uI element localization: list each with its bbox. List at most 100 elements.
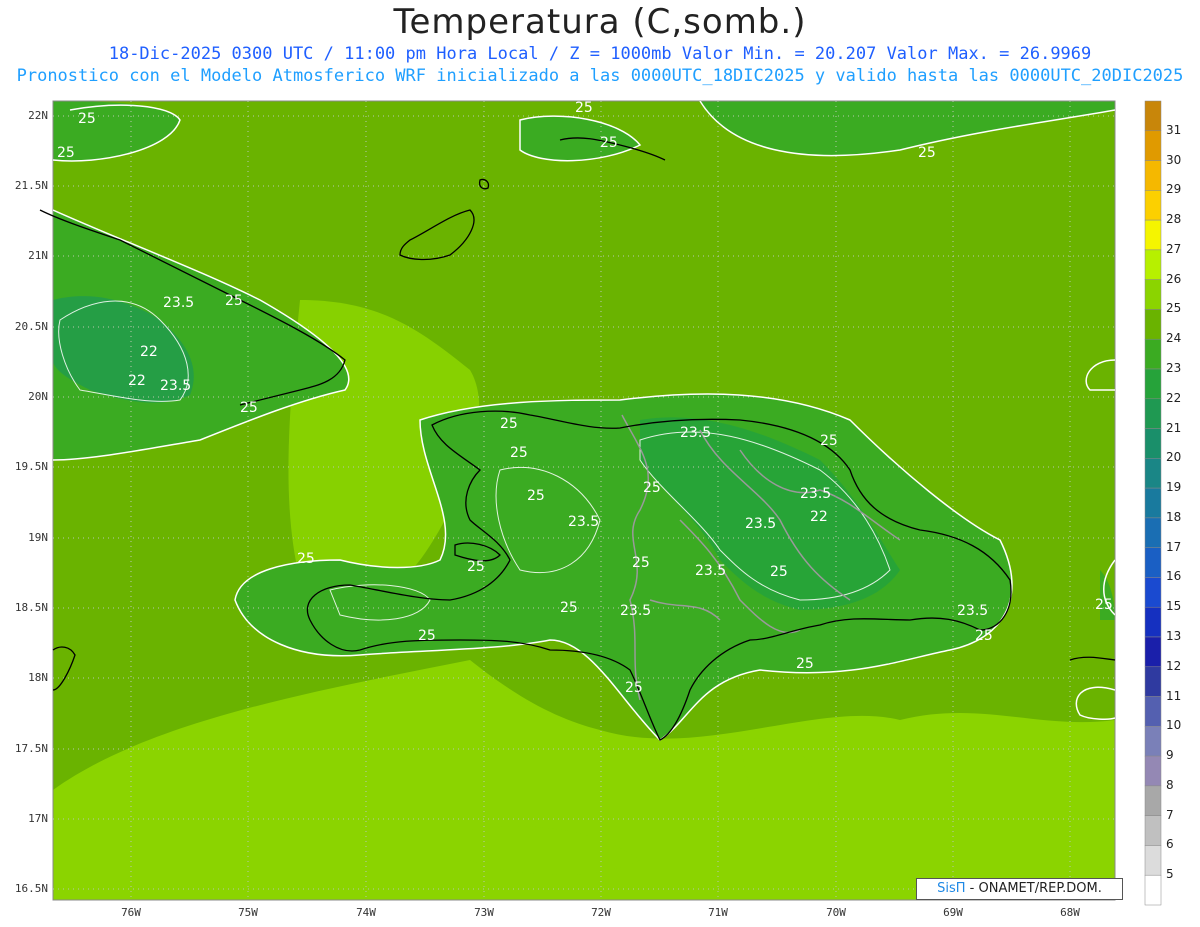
lon-label: 71W — [708, 906, 728, 919]
colorbar-level-label: 26 — [1166, 271, 1182, 286]
lat-label: 20N — [28, 390, 48, 403]
contour-label: 23.5 — [568, 514, 599, 530]
colorbar-swatch — [1144, 190, 1162, 221]
contour-label: 25 — [600, 135, 618, 151]
contour-label: 25 — [632, 555, 650, 571]
colorbar-swatch — [1144, 577, 1162, 608]
contour-label: 25 — [225, 293, 243, 309]
lat-label: 16.5N — [14, 882, 48, 895]
contour-label: 25 — [510, 445, 528, 461]
colorbar-level-label: 30 — [1166, 152, 1182, 167]
contour-label: 22 — [128, 373, 146, 389]
colorbar-swatch — [1144, 874, 1162, 906]
lon-label: 73W — [474, 906, 494, 919]
lon-label: 76W — [121, 906, 141, 919]
lon-label: 74W — [356, 906, 376, 919]
colorbar-level-label: 31 — [1166, 122, 1182, 137]
colorbar-swatch — [1144, 279, 1162, 310]
colorbar-level-label: 24 — [1166, 331, 1182, 346]
shaded-field — [53, 101, 1115, 900]
colorbar-swatch — [1144, 547, 1162, 578]
contour-label: 25 — [297, 551, 315, 567]
lat-label: 19.5N — [14, 460, 48, 473]
colorbar-swatch — [1144, 100, 1162, 132]
colorbar-swatch — [1144, 785, 1162, 816]
colorbar-level-label: 12 — [1166, 658, 1182, 673]
map-title: Temperatura (C,somb.) — [393, 2, 807, 42]
colorbar-swatch — [1144, 249, 1162, 280]
lat-label: 22N — [28, 109, 48, 122]
lon-label: 69W — [943, 906, 963, 919]
lat-label: 19N — [28, 531, 48, 544]
colorbar-level-label: 23 — [1166, 361, 1182, 375]
colorbar-level-label: 29 — [1166, 182, 1182, 197]
colorbar-swatch — [1144, 428, 1162, 459]
contour-label: 25 — [575, 100, 593, 116]
colorbar-level-label: 15 — [1166, 599, 1182, 614]
colorbar-level-label: 5 — [1166, 867, 1174, 882]
contour-label: 25 — [467, 559, 485, 575]
credit-brand: SisΠ — [937, 881, 966, 896]
colorbar-swatch — [1144, 666, 1162, 697]
colorbar-level-label: 9 — [1166, 748, 1174, 763]
colorbar-level-label: 17 — [1166, 539, 1182, 554]
colorbar-swatch — [1144, 726, 1162, 757]
credit-text: - ONAMET/REP.DOM. — [969, 881, 1102, 896]
contour-label: 23.5 — [957, 603, 988, 619]
contour-label: 23.5 — [745, 516, 776, 532]
contour-label: 25 — [240, 400, 258, 416]
colorbar-swatch — [1144, 160, 1162, 191]
lat-label: 21N — [28, 249, 48, 262]
lon-label: 75W — [238, 906, 258, 919]
contour-label: 25 — [975, 628, 993, 644]
contour-label: 25 — [560, 600, 578, 616]
colorbar-swatch — [1144, 606, 1162, 638]
temperature-map: 25 25 25 25 25 25 23.5 22 22 23.5 25 25 … — [39, 100, 1162, 906]
colorbar-level-label: 20 — [1166, 450, 1182, 465]
colorbar-level-label: 21 — [1166, 420, 1182, 435]
contour-label: 23.5 — [620, 603, 651, 619]
lon-label: 70W — [826, 906, 846, 919]
colorbar-swatch — [1144, 845, 1162, 876]
colorbar-swatch — [1144, 517, 1162, 548]
colorbar-level-label: 8 — [1166, 777, 1174, 792]
contour-label: 22 — [810, 509, 828, 525]
contour-label: 25 — [770, 564, 788, 580]
colorbar-swatch — [1144, 219, 1162, 251]
colorbar-swatch — [1144, 815, 1162, 846]
contour-label: 25 — [918, 145, 936, 161]
lat-label: 21.5N — [14, 179, 48, 192]
contour-label: 25 — [527, 488, 545, 504]
colorbar-level-label: 7 — [1166, 807, 1174, 822]
contour-label: 22 — [140, 344, 158, 360]
colorbar-level-label: 16 — [1166, 569, 1182, 584]
colorbar-level-label: 27 — [1166, 241, 1182, 256]
colorbar-swatch — [1144, 696, 1162, 727]
contour-label: 23.5 — [160, 378, 191, 394]
contour-label: 23.5 — [695, 563, 726, 579]
colorbar-swatch — [1144, 338, 1162, 370]
colorbar-level-label: 18 — [1166, 509, 1182, 524]
colorbar-level-label: 22 — [1166, 390, 1182, 405]
lon-label: 68W — [1060, 906, 1080, 919]
contour-label: 23.5 — [163, 295, 194, 311]
colorbar-level-label: 28 — [1166, 212, 1182, 227]
colorbar-level-label: 10 — [1166, 718, 1182, 733]
colorbar-swatch — [1144, 755, 1162, 787]
contour-label: 25 — [500, 416, 518, 432]
contour-label: 25 — [78, 111, 96, 127]
lat-label: 20.5N — [14, 320, 48, 333]
lat-label: 18N — [28, 671, 48, 684]
colorbar-swatch — [1144, 636, 1162, 668]
model-run-subtitle: Pronostico con el Modelo Atmosferico WRF… — [16, 66, 1184, 86]
contour-label: 25 — [625, 680, 643, 696]
colorbar-swatch — [1144, 458, 1162, 489]
contour-label: 25 — [820, 433, 838, 449]
valid-time-subtitle: 18-Dic-2025 0300 UTC / 11:00 pm Hora Loc… — [108, 44, 1092, 64]
colorbar-level-label: 25 — [1166, 301, 1182, 316]
credit-box: SisΠ - ONAMET/REP.DOM. — [916, 878, 1123, 900]
colorbar — [1144, 100, 1162, 906]
contour-label: 25 — [418, 628, 436, 644]
colorbar-swatch — [1144, 368, 1162, 400]
lon-label: 72W — [591, 906, 611, 919]
